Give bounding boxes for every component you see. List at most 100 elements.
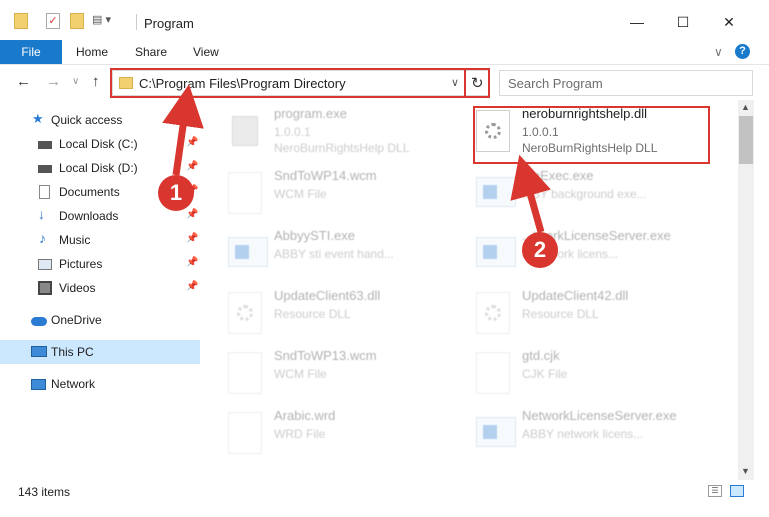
properties-icon[interactable]: ✓ bbox=[46, 13, 60, 29]
sidebar-item-label: Pictures bbox=[59, 257, 103, 271]
file-name: UpdateClient42.dll bbox=[522, 288, 629, 303]
tab-view[interactable]: View bbox=[193, 45, 219, 59]
file-name: program.exe bbox=[274, 106, 347, 121]
sidebar-item-network[interactable]: Network bbox=[0, 372, 200, 396]
file-item[interactable]: ...tworkLicenseServer.exe ...network lic… bbox=[458, 222, 698, 282]
status-bar: 143 items ☰ bbox=[0, 480, 769, 504]
file-item[interactable]: ...eExec.exe ...BY background exe... bbox=[458, 162, 698, 222]
cloud-icon bbox=[31, 317, 47, 326]
pin-icon: 📌 bbox=[186, 161, 199, 172]
exe-icon bbox=[228, 110, 262, 152]
maximize-button[interactable]: ☐ bbox=[663, 10, 703, 34]
forward-button[interactable]: → bbox=[46, 73, 61, 90]
file-item[interactable]: AbbyySTI.exe ABBY sti event hand... bbox=[210, 222, 450, 282]
pin-icon: 📌 bbox=[186, 257, 199, 268]
file-item[interactable]: Arabic.wrd WRD File bbox=[210, 402, 450, 462]
file-name: ...eExec.exe bbox=[522, 168, 594, 183]
tab-share[interactable]: Share bbox=[135, 45, 167, 59]
file-type: Resource DLL bbox=[274, 307, 351, 321]
tab-home[interactable]: Home bbox=[76, 45, 108, 59]
file-version: 1.0.0.1 bbox=[274, 125, 311, 139]
file-item[interactable]: gtd.cjk CJK File bbox=[458, 342, 698, 402]
minimize-button[interactable]: — bbox=[617, 10, 657, 34]
pin-icon: 📌 bbox=[186, 137, 199, 148]
sidebar-item-videos[interactable]: Videos 📌 bbox=[0, 276, 200, 300]
callout-badge-1: 1 bbox=[158, 175, 194, 211]
window-title: Program bbox=[144, 16, 194, 31]
address-highlight-box bbox=[110, 68, 466, 98]
drive-icon bbox=[38, 141, 52, 149]
recent-locations-dropdown[interactable]: ∨ bbox=[72, 76, 79, 87]
sidebar-item-pictures[interactable]: Pictures 📌 bbox=[0, 252, 200, 276]
file-type: WCM File bbox=[274, 367, 327, 381]
search-input[interactable]: Search Program bbox=[499, 70, 753, 96]
ribbon: File Home Share View ∨ ? bbox=[0, 40, 769, 64]
file-type: CJK File bbox=[522, 367, 568, 381]
sidebar-item-quick-access[interactable]: ★ Quick access bbox=[0, 108, 200, 132]
file-name: NetworkLicenseServer.exe bbox=[522, 408, 677, 423]
file-type: WRD File bbox=[274, 427, 326, 441]
file-highlight-box bbox=[473, 106, 710, 164]
gear-icon bbox=[237, 305, 253, 321]
file-tab[interactable]: File bbox=[0, 40, 62, 64]
close-button[interactable]: ✕ bbox=[709, 10, 749, 34]
file-type: ABBY sti event hand... bbox=[274, 247, 394, 261]
sidebar-item-label: Music bbox=[59, 233, 91, 247]
refresh-highlight-box bbox=[464, 68, 490, 98]
gear-icon bbox=[485, 305, 501, 321]
sidebar-item-this-pc[interactable]: This PC bbox=[0, 340, 200, 364]
file-item[interactable]: UpdateClient63.dll Resource DLL bbox=[210, 282, 450, 342]
file-name: AbbyySTI.exe bbox=[274, 228, 355, 243]
computer-icon bbox=[31, 346, 47, 357]
sidebar-item-onedrive[interactable]: OneDrive bbox=[0, 308, 200, 332]
file-item[interactable]: SndToWP14.wcm WCM File bbox=[210, 162, 450, 222]
ribbon-collapse-icon[interactable]: ∨ bbox=[714, 45, 723, 59]
customize-toolbar-icon[interactable]: ▤ ▾ bbox=[92, 13, 120, 29]
document-icon bbox=[39, 185, 50, 199]
document-icon bbox=[228, 352, 262, 394]
details-view-icon[interactable]: ☰ bbox=[708, 485, 722, 497]
title-bar: ✓ ▤ ▾ Program — ☐ ✕ bbox=[0, 0, 769, 40]
scrollbar-thumb[interactable] bbox=[739, 116, 753, 164]
large-icons-view-icon[interactable] bbox=[730, 485, 744, 497]
scroll-down-icon[interactable]: ▼ bbox=[741, 466, 750, 476]
pin-icon: 📌 bbox=[186, 281, 199, 292]
sidebar-item-music[interactable]: ♪ Music 📌 bbox=[0, 228, 200, 252]
sidebar-item-label: Local Disk (C:) bbox=[59, 137, 138, 151]
document-icon bbox=[228, 412, 262, 454]
file-item[interactable]: SndToWP13.wcm WCM File bbox=[210, 342, 450, 402]
pin-icon: 📌 bbox=[186, 233, 199, 244]
drive-icon bbox=[38, 165, 52, 173]
dll-file-icon bbox=[476, 292, 510, 334]
exe-icon bbox=[476, 177, 516, 207]
file-item[interactable]: program.exe 1.0.0.1 NeroBurnRightsHelp D… bbox=[210, 100, 450, 160]
sidebar-item-label: Downloads bbox=[59, 209, 119, 223]
up-button[interactable]: ↑ bbox=[92, 73, 100, 90]
pin-icon: 📌 bbox=[186, 209, 199, 220]
item-count: 143 items bbox=[18, 485, 71, 499]
file-item[interactable]: UpdateClient42.dll Resource DLL bbox=[458, 282, 698, 342]
help-icon[interactable]: ? bbox=[735, 44, 750, 59]
navigation-pane: ★ Quick access Local Disk (C:) 📌 Local D… bbox=[0, 100, 200, 480]
sidebar-item-label: Documents bbox=[59, 185, 120, 199]
vertical-scrollbar[interactable]: ▲ ▼ bbox=[738, 100, 754, 480]
music-icon: ♪ bbox=[39, 230, 46, 246]
download-icon: ↓ bbox=[38, 206, 45, 222]
videos-icon bbox=[38, 281, 52, 295]
address-row: ← → ∨ ↑ C:\Program Files\Program Directo… bbox=[0, 64, 769, 100]
file-type: Resource DLL bbox=[522, 307, 599, 321]
file-name: SndToWP13.wcm bbox=[274, 348, 377, 363]
back-button[interactable]: ← bbox=[16, 73, 31, 90]
star-icon: ★ bbox=[32, 111, 44, 126]
file-name: UpdateClient63.dll bbox=[274, 288, 381, 303]
file-item[interactable]: NetworkLicenseServer.exe ABBY network li… bbox=[458, 402, 698, 462]
callout-badge-2: 2 bbox=[522, 232, 558, 268]
sidebar-item-label: Quick access bbox=[51, 113, 123, 127]
new-folder-icon[interactable] bbox=[70, 13, 84, 29]
exe-icon bbox=[476, 237, 516, 267]
scroll-up-icon[interactable]: ▲ bbox=[741, 102, 750, 112]
file-name: SndToWP14.wcm bbox=[274, 168, 377, 183]
file-type: ...BY background exe... bbox=[522, 187, 647, 201]
sidebar-item-label: OneDrive bbox=[51, 313, 102, 327]
sidebar-item-local-disk-c[interactable]: Local Disk (C:) 📌 bbox=[0, 132, 200, 156]
